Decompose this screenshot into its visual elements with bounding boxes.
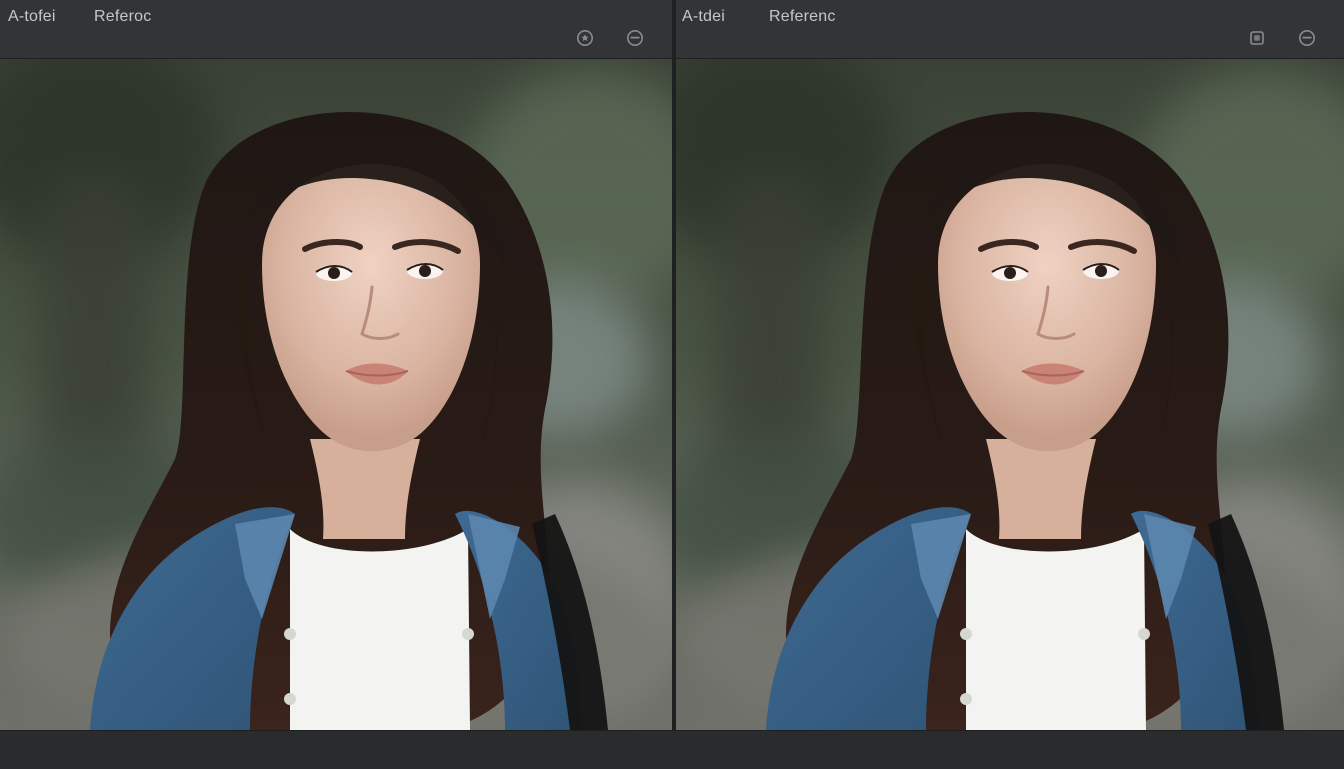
left-image	[0, 59, 672, 730]
minus-circle-icon[interactable]	[1298, 29, 1316, 47]
right-tab-reference[interactable]: Referenc	[769, 6, 836, 28]
star-circle-icon[interactable]	[576, 29, 594, 47]
minus-circle-icon[interactable]	[626, 29, 644, 47]
right-pane: A-tdei Referenc	[676, 0, 1344, 730]
right-tab-a[interactable]: A-tdei	[682, 6, 725, 28]
comparison-viewer: A-tofei Referoc A-tdei Referenc	[0, 0, 1344, 769]
left-tab-reference[interactable]: Referoc	[94, 6, 151, 28]
right-pane-header: A-tdei Referenc	[676, 0, 1344, 59]
portrait-illustration	[766, 112, 1284, 730]
portrait-illustration	[90, 112, 608, 730]
left-pane-header: A-tofei Referoc	[0, 0, 672, 59]
right-image	[676, 59, 1344, 730]
square-icon[interactable]	[1248, 29, 1266, 47]
bottom-bar	[0, 730, 1344, 769]
left-pane: A-tofei Referoc	[0, 0, 672, 730]
left-tab-a[interactable]: A-tofei	[8, 6, 56, 28]
